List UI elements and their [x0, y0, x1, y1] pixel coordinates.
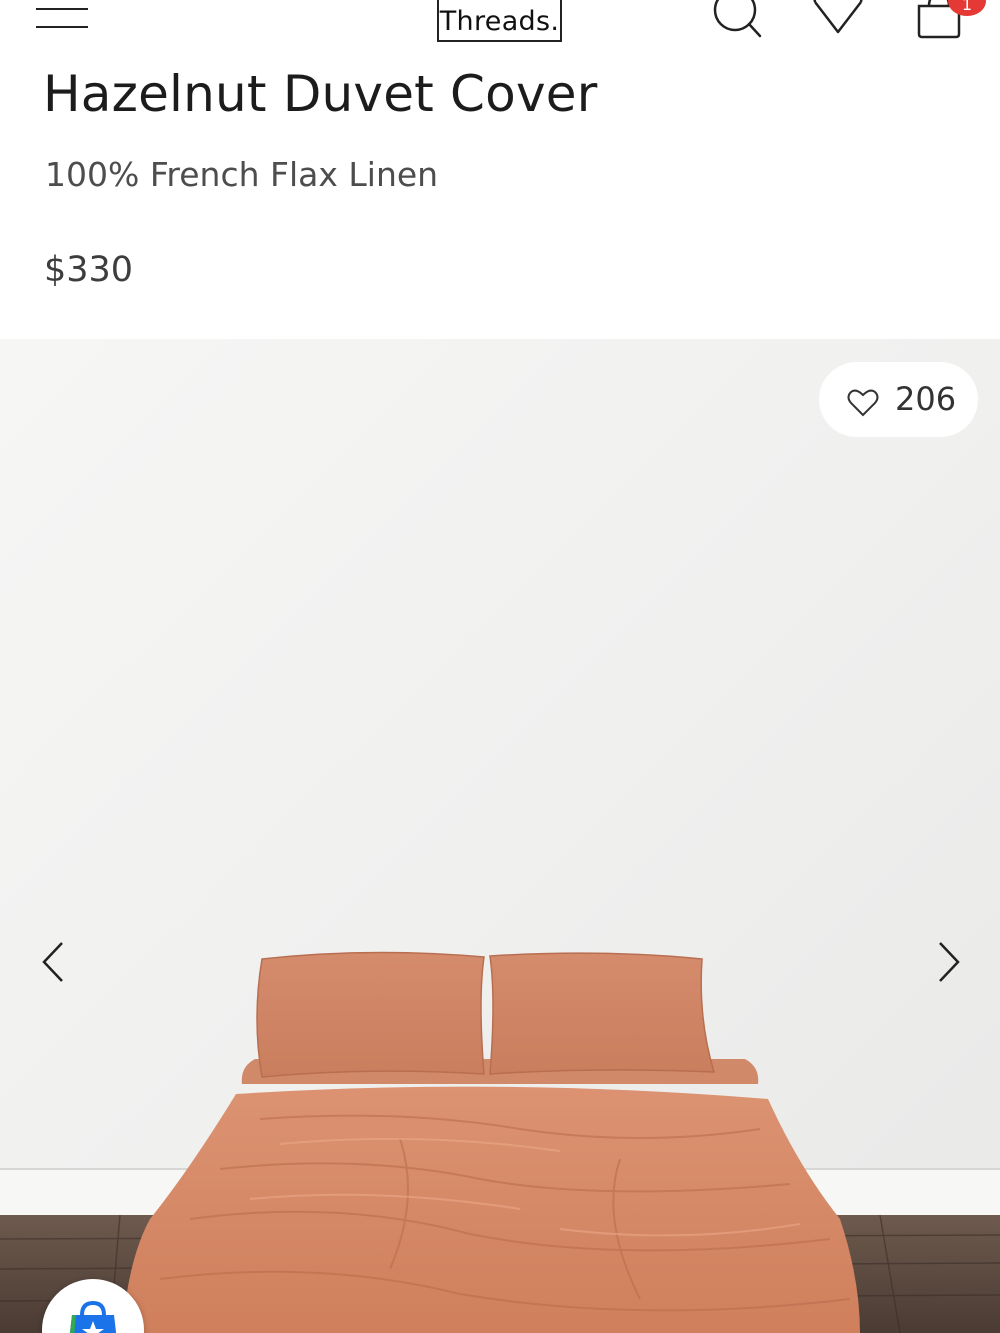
cart-count: 1 [961, 0, 973, 14]
menu-line [36, 8, 88, 10]
chevron-right-icon[interactable] [934, 939, 964, 985]
brand-logo[interactable]: Threads. [437, 0, 562, 42]
product-price: $330 [44, 250, 134, 290]
chevron-left-icon[interactable] [38, 939, 68, 985]
menu-line [36, 26, 88, 28]
like-button[interactable]: 206 [819, 362, 978, 437]
menu-icon[interactable] [36, 8, 88, 34]
shopping-bag-button[interactable] [42, 1279, 144, 1333]
product-photo [0, 339, 1000, 1333]
heart-outline-icon [847, 389, 879, 417]
brand-name: Threads. [439, 6, 560, 37]
header: Threads. 1 [0, 0, 1000, 50]
like-count: 206 [895, 380, 957, 418]
shopping-bag-icon [69, 1300, 117, 1333]
product-image-gallery[interactable]: 206 [0, 339, 1000, 1333]
search-icon[interactable] [710, 0, 764, 40]
product-title: Hazelnut Duvet Cover [43, 65, 598, 123]
product-subtitle: 100% French Flax Linen [45, 155, 439, 194]
heart-icon[interactable] [812, 0, 864, 36]
